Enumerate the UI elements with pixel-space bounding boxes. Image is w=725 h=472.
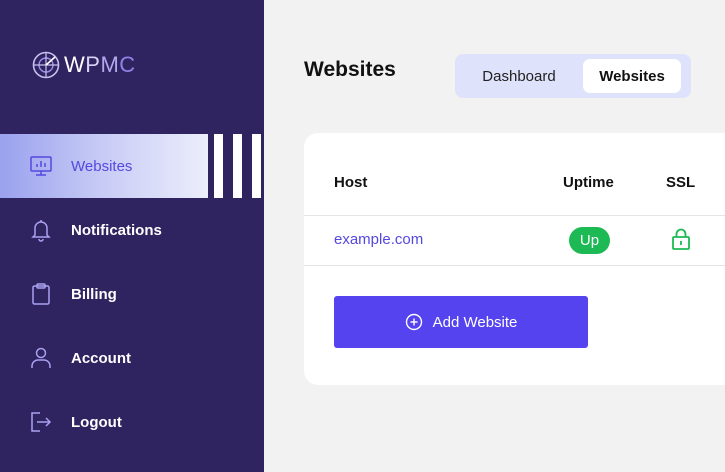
- add-website-label: Add Website: [432, 313, 518, 331]
- logout-icon: [31, 412, 52, 432]
- sidebar-item-logout[interactable]: Logout: [0, 390, 264, 454]
- add-website-button[interactable]: Add Website: [334, 296, 588, 348]
- sidebar-item-label: Logout: [71, 413, 122, 431]
- brand-logo[interactable]: WPMC: [32, 51, 136, 79]
- brand-name: WPMC: [64, 52, 136, 77]
- divider: [304, 215, 725, 216]
- column-header-uptime[interactable]: Uptime: [563, 174, 614, 191]
- column-header-host[interactable]: Host: [334, 174, 367, 191]
- sidebar-item-label: Websites: [71, 157, 133, 175]
- plus-circle-icon: [405, 313, 422, 331]
- sidebar-item-notifications[interactable]: Notifications: [0, 198, 264, 262]
- websites-card: Host Uptime SSL example.com Up Add Websi…: [304, 133, 725, 385]
- sidebar-item-websites[interactable]: Websites: [0, 134, 208, 198]
- active-indicator: [214, 134, 271, 198]
- radar-globe-icon: [32, 51, 60, 79]
- divider: [304, 265, 725, 266]
- tab-dashboard[interactable]: Dashboard: [467, 59, 571, 93]
- uptime-status-badge: Up: [569, 227, 610, 254]
- sidebar-item-label: Billing: [71, 285, 117, 303]
- view-tabs: Dashboard Websites: [455, 54, 691, 98]
- page-title: Websites: [304, 58, 396, 81]
- sidebar-item-billing[interactable]: Billing: [0, 262, 264, 326]
- column-header-ssl[interactable]: SSL: [666, 174, 695, 191]
- sidebar: WPMC Websites Notifications Billing Acco…: [0, 0, 264, 472]
- sidebar-item-account[interactable]: Account: [0, 326, 264, 390]
- sidebar-item-label: Account: [71, 349, 131, 367]
- bell-icon: [31, 220, 51, 242]
- tab-websites[interactable]: Websites: [583, 59, 681, 93]
- host-link[interactable]: example.com: [334, 231, 423, 248]
- clipboard-icon: [32, 283, 50, 305]
- user-icon: [31, 347, 51, 368]
- sidebar-item-label: Notifications: [71, 221, 162, 239]
- lock-icon: [672, 228, 690, 250]
- monitor-chart-icon: [30, 156, 52, 176]
